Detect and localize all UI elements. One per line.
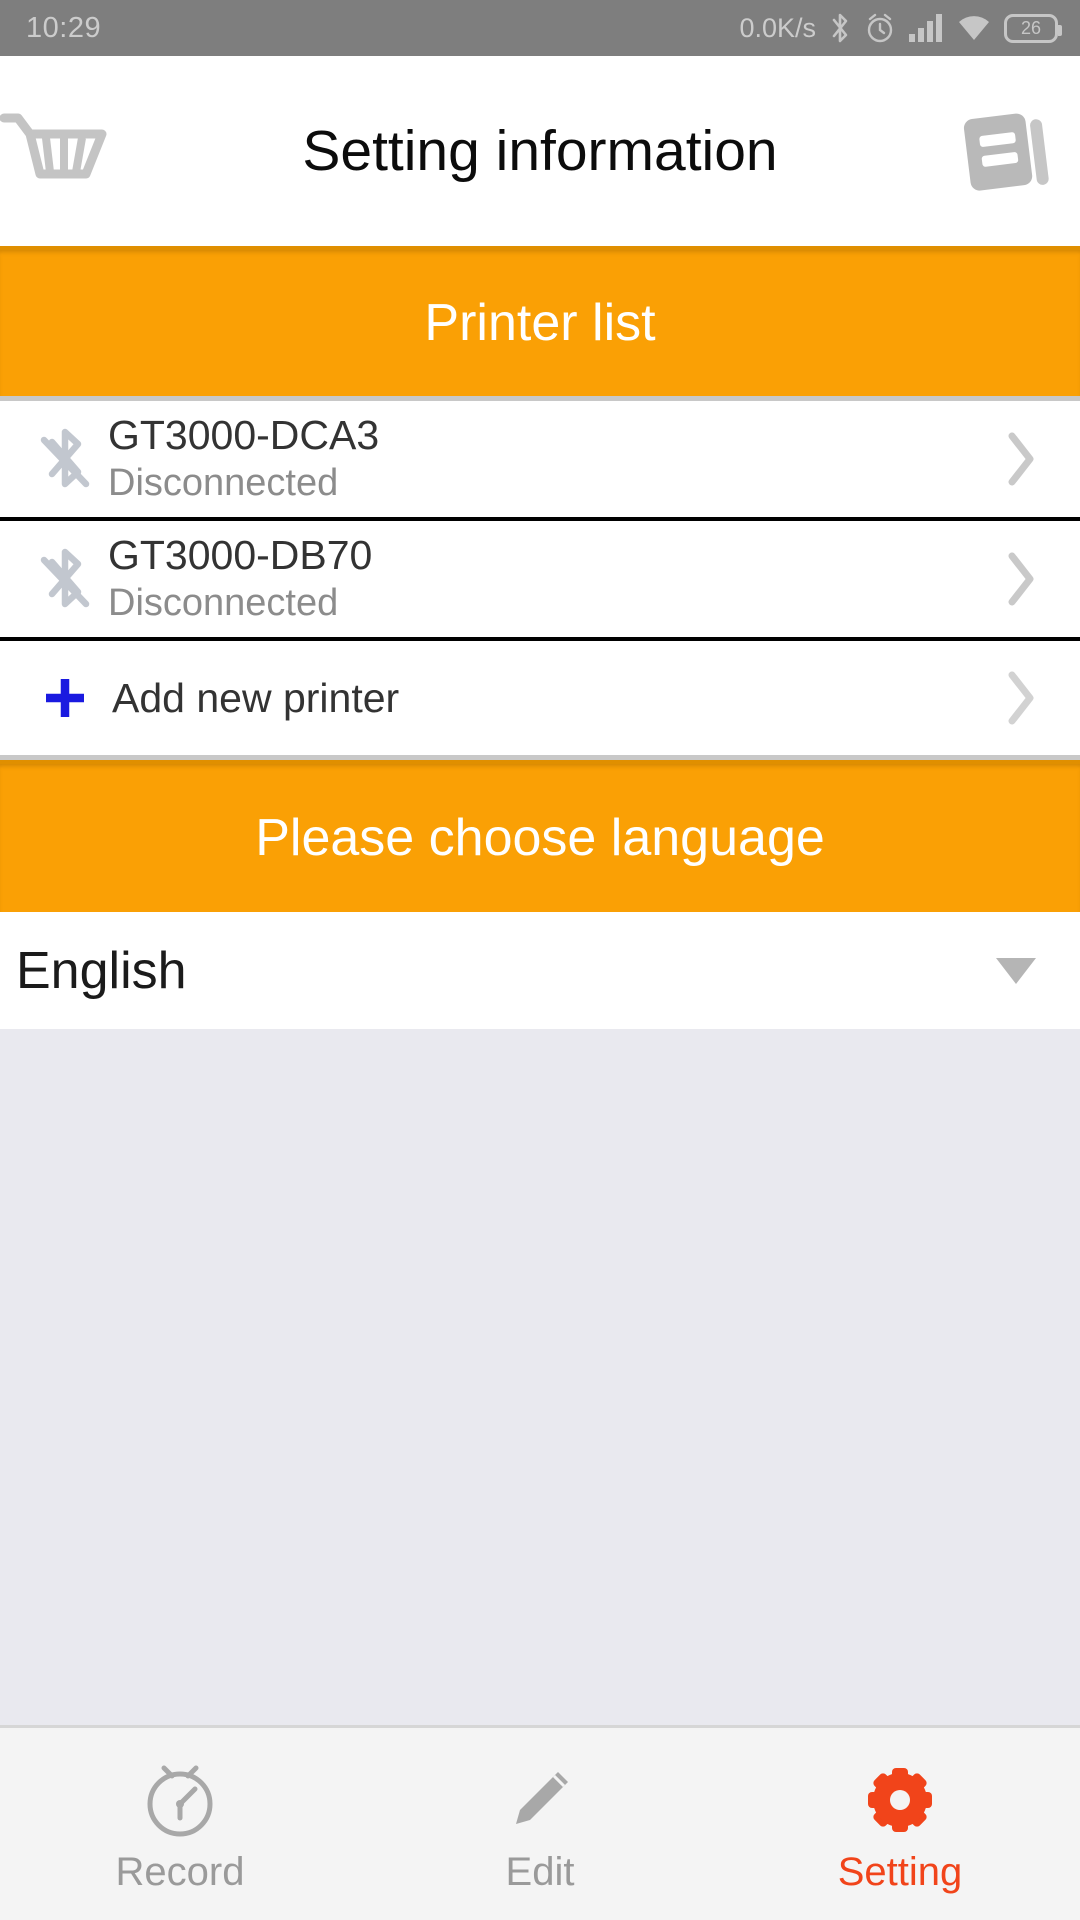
wifi-icon — [956, 13, 992, 43]
printer-status: Disconnected — [108, 462, 339, 505]
battery-icon: 26 — [1004, 13, 1062, 43]
bottom-navigation: Record Edit Setting — [0, 1725, 1080, 1920]
status-bar: 10:29 0.0K/s 26 — [0, 0, 1080, 56]
printer-status: Disconnected — [108, 582, 339, 625]
signal-icon — [908, 13, 944, 43]
bluetooth-icon — [828, 11, 852, 45]
printer-list-item[interactable]: GT3000-DCA3 Disconnected — [0, 401, 1080, 521]
language-selected-value: English — [16, 941, 187, 1000]
caret-down-icon — [996, 957, 1036, 984]
bluetooth-off-icon — [26, 422, 104, 496]
language-band-label: Please choose language — [255, 809, 825, 867]
nav-label-edit: Edit — [505, 1850, 575, 1894]
notebook-icon[interactable] — [952, 96, 1062, 206]
add-new-printer-button[interactable]: Add new printer — [0, 641, 1080, 755]
nav-label-record: Record — [115, 1850, 245, 1894]
add-new-printer-label: Add new printer — [112, 674, 400, 721]
app-screen: 10:29 0.0K/s 26 Setting information Prin… — [0, 0, 1080, 1920]
page-title: Setting information — [302, 119, 778, 183]
status-bar-indicators: 0.0K/s 26 — [739, 11, 1062, 45]
chevron-right-icon — [998, 669, 1044, 727]
nav-item-edit[interactable]: Edit — [360, 1728, 720, 1920]
printer-info: GT3000-DB70 Disconnected — [104, 532, 998, 626]
bluetooth-off-icon — [26, 542, 104, 616]
nav-item-setting[interactable]: Setting — [720, 1728, 1080, 1920]
printer-list-band-label: Printer list — [424, 294, 656, 352]
content-area — [0, 1029, 1080, 1725]
printer-info: GT3000-DCA3 Disconnected — [104, 412, 998, 506]
nav-label-setting: Setting — [837, 1850, 963, 1894]
printer-list-band: Printer list — [0, 246, 1080, 396]
status-bar-clock: 10:29 — [26, 11, 102, 44]
printer-list-item[interactable]: GT3000-DB70 Disconnected — [0, 521, 1080, 641]
pencil-icon — [498, 1764, 582, 1842]
printer-name: GT3000-DB70 — [108, 531, 373, 578]
chevron-right-icon — [998, 550, 1044, 608]
network-speed-text: 0.0K/s — [739, 12, 816, 43]
speedometer-icon — [138, 1764, 222, 1842]
alarm-icon — [864, 12, 896, 44]
app-header: Setting information — [0, 56, 1080, 246]
nav-item-record[interactable]: Record — [0, 1728, 360, 1920]
language-select[interactable]: English — [0, 912, 1080, 1029]
gear-icon — [858, 1764, 942, 1842]
printer-name: GT3000-DCA3 — [108, 411, 380, 458]
language-band: Please choose language — [0, 760, 1080, 912]
printer-list: GT3000-DCA3 Disconnected GT3000-DB70 Dis… — [0, 401, 1080, 755]
shopping-cart-icon[interactable] — [0, 96, 114, 206]
plus-icon — [26, 669, 104, 727]
battery-level-text: 26 — [1020, 17, 1042, 38]
chevron-right-icon — [998, 430, 1044, 488]
